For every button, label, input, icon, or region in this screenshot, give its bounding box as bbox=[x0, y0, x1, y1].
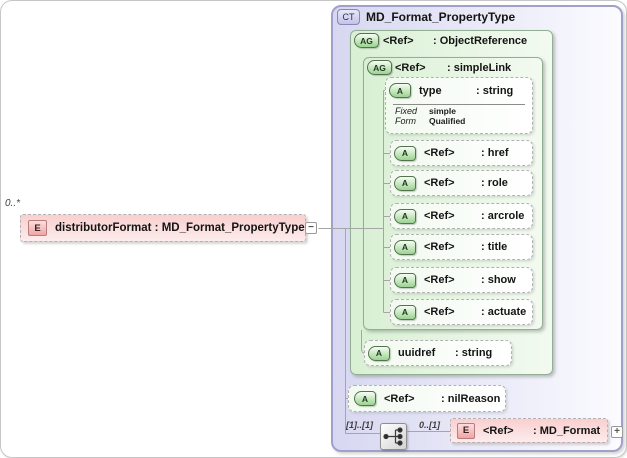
attribute-type-label: : string bbox=[455, 347, 493, 359]
attribute-icon: A bbox=[394, 145, 416, 161]
attribute-name-label: uuidref bbox=[398, 347, 436, 359]
attribute-name-label: <Ref> bbox=[384, 392, 415, 405]
attribute-icon: A bbox=[394, 208, 416, 224]
attribute-icon: A bbox=[368, 345, 390, 361]
expand-icon[interactable]: + bbox=[611, 426, 623, 438]
facet-row: Fixed simple bbox=[395, 106, 532, 116]
sequence-multiplicity-left: [1]..[1] bbox=[346, 420, 373, 430]
element-label: distributorFormat : MD_Format_PropertyTy… bbox=[55, 222, 305, 234]
attribute-row-actuate[interactable]: A <Ref> : actuate bbox=[390, 299, 533, 325]
type-attribute-box[interactable]: A type : string Fixed simple Form Qualif… bbox=[385, 77, 533, 134]
element-multiplicity-label: 0..* bbox=[5, 198, 21, 209]
attribute-row-show[interactable]: A <Ref> : show bbox=[390, 267, 533, 293]
facet-label: Fixed bbox=[395, 106, 418, 116]
nilreason-attribute-box[interactable]: A <Ref> : nilReason bbox=[348, 385, 506, 412]
attribute-row-role[interactable]: A <Ref> : role bbox=[390, 170, 533, 196]
facet-label: Form bbox=[395, 116, 416, 126]
attribute-name-label: <Ref> bbox=[424, 177, 455, 189]
group-ref-label: <Ref> bbox=[383, 34, 414, 47]
element-ref-label: <Ref> bbox=[483, 424, 514, 437]
simplelink-header: AG <Ref> : simpleLink bbox=[367, 60, 511, 75]
attribute-icon: A bbox=[394, 239, 416, 255]
mdformat-element-box[interactable]: E <Ref> : MD_Format bbox=[450, 418, 608, 443]
element-icon: E bbox=[28, 220, 47, 236]
attribute-type-label: : show bbox=[481, 274, 516, 286]
facet-row: Form Qualified bbox=[395, 116, 532, 126]
objectreference-header: AG <Ref> : ObjectReference bbox=[354, 33, 527, 48]
attribute-name-label: <Ref> bbox=[424, 210, 455, 222]
attribute-icon: A bbox=[394, 175, 416, 191]
facet-value: simple bbox=[429, 106, 456, 116]
attribute-type-label: : string bbox=[476, 84, 514, 97]
sequence-icon[interactable] bbox=[380, 423, 407, 450]
attribute-name-label: <Ref> bbox=[424, 147, 455, 159]
attribute-group-icon: AG bbox=[367, 60, 392, 75]
collapse-icon[interactable]: − bbox=[305, 222, 317, 234]
attribute-icon: A bbox=[394, 272, 416, 288]
attribute-type-label: : title bbox=[481, 241, 508, 253]
attribute-icon: A bbox=[354, 391, 376, 406]
attribute-row-href[interactable]: A <Ref> : href bbox=[390, 140, 533, 166]
attribute-type-label: : nilReason bbox=[441, 392, 501, 405]
sequence-multiplicity-right: 0..[1] bbox=[419, 420, 441, 430]
attribute-icon: A bbox=[389, 83, 411, 98]
attribute-name-label: type bbox=[419, 84, 442, 97]
attribute-icon: A bbox=[394, 304, 416, 320]
group-ref-label: <Ref> bbox=[395, 61, 426, 74]
facet-value: Qualified bbox=[429, 116, 466, 126]
attribute-name-label: <Ref> bbox=[424, 306, 455, 318]
sequence-glyph bbox=[383, 427, 403, 446]
element-icon: E bbox=[457, 422, 475, 439]
attribute-type-label: : actuate bbox=[481, 306, 527, 318]
complex-type-header: CT MD_Format_PropertyType bbox=[337, 9, 515, 25]
uuidref-attribute-box[interactable]: A uuidref : string bbox=[364, 340, 512, 366]
attribute-type-label: : role bbox=[481, 177, 508, 189]
attribute-row-title[interactable]: A <Ref> : title bbox=[390, 234, 533, 260]
attribute-type-label: : arcrole bbox=[481, 210, 525, 222]
element-type-label: : MD_Format bbox=[533, 424, 601, 437]
attribute-row-arcrole[interactable]: A <Ref> : arcrole bbox=[390, 203, 533, 229]
attribute-type-label: : href bbox=[481, 147, 509, 159]
attribute-name-label: <Ref> bbox=[424, 274, 455, 286]
group-type-label: : ObjectReference bbox=[433, 34, 528, 47]
element-box[interactable]: E distributorFormat : MD_Format_Property… bbox=[20, 214, 306, 242]
group-type-label: : simpleLink bbox=[447, 61, 512, 74]
diagram-canvas: 0..* E distributorFormat : MD_Format_Pro… bbox=[0, 0, 627, 458]
attribute-group-icon: AG bbox=[354, 33, 379, 48]
facet-separator bbox=[393, 104, 525, 105]
attribute-name-label: <Ref> bbox=[424, 241, 455, 253]
complex-type-icon: CT bbox=[337, 9, 360, 25]
complex-type-title: MD_Format_PropertyType bbox=[366, 10, 516, 24]
